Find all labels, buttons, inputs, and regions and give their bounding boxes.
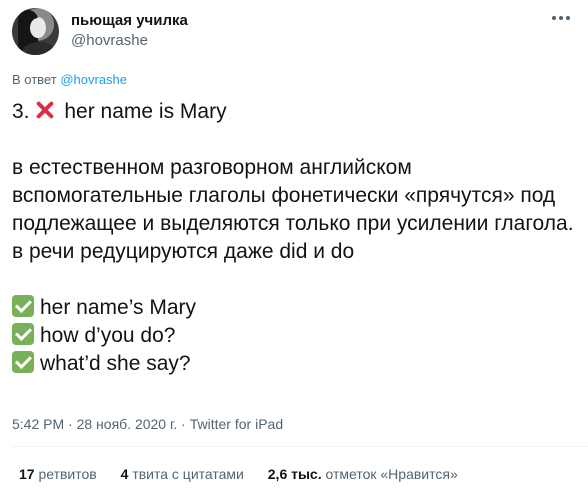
retweets-stat[interactable]: 17 ретвитов [19, 466, 97, 482]
tweet-time[interactable]: 5:42 PM [12, 416, 64, 432]
likes-label: отметок «Нравится» [325, 466, 458, 482]
avatar-face [30, 18, 46, 38]
meta-separator: · [68, 416, 73, 432]
avatar-shoulder [22, 42, 56, 55]
divider [12, 446, 588, 447]
more-options-icon[interactable] [552, 10, 570, 26]
green-check-icon [12, 351, 34, 373]
quotes-count: 4 [120, 466, 129, 482]
likes-count: 2,6 тыс. [267, 466, 322, 482]
quotes-stat[interactable]: 4 твита с цитатами [121, 466, 244, 482]
reply-context: В ответ @hovrashe [12, 72, 127, 87]
tweet-date[interactable]: 28 нояб. 2020 г. [77, 416, 178, 432]
retweets-label: ретвитов [38, 466, 97, 482]
tweet-example-1: her name’s Mary [12, 294, 577, 322]
red-x-icon [34, 99, 56, 121]
avatar[interactable] [12, 8, 59, 55]
tweet-source-link[interactable]: Twitter for iPad [190, 416, 283, 432]
tweet-stats: 17 ретвитов 4 твита с цитатами 2,6 тыс. … [19, 466, 478, 482]
reply-to-handle-link[interactable]: @hovrashe [60, 72, 127, 87]
tweet-example-3: what’d she say? [12, 350, 577, 378]
likes-stat[interactable]: 2,6 тыс. отметок «Нравится» [268, 466, 458, 482]
tweet-example-2: how d’you do? [12, 322, 577, 350]
tweet-text: 3. her name is Mary в естественном разго… [12, 98, 577, 378]
green-check-icon [12, 323, 34, 345]
green-check-icon [12, 295, 34, 317]
author-display-name[interactable]: пьющая училка [71, 12, 188, 29]
tweet-wrong-example: her name is Mary [64, 100, 227, 123]
tweet-paragraph: в естественном разговорном английском вс… [12, 156, 574, 263]
tweet-item-number: 3. [12, 100, 30, 123]
tweet-metadata: 5:42 PM · 28 нояб. 2020 г. · Twitter for… [12, 416, 283, 432]
reply-prefix: В ответ [12, 72, 57, 87]
quotes-label: твита с цитатами [132, 466, 244, 482]
author-handle[interactable]: @hovrashe [71, 32, 148, 49]
retweets-count: 17 [19, 466, 35, 482]
tweet-line-1: 3. her name is Mary [12, 98, 577, 126]
meta-separator: · [181, 416, 186, 432]
